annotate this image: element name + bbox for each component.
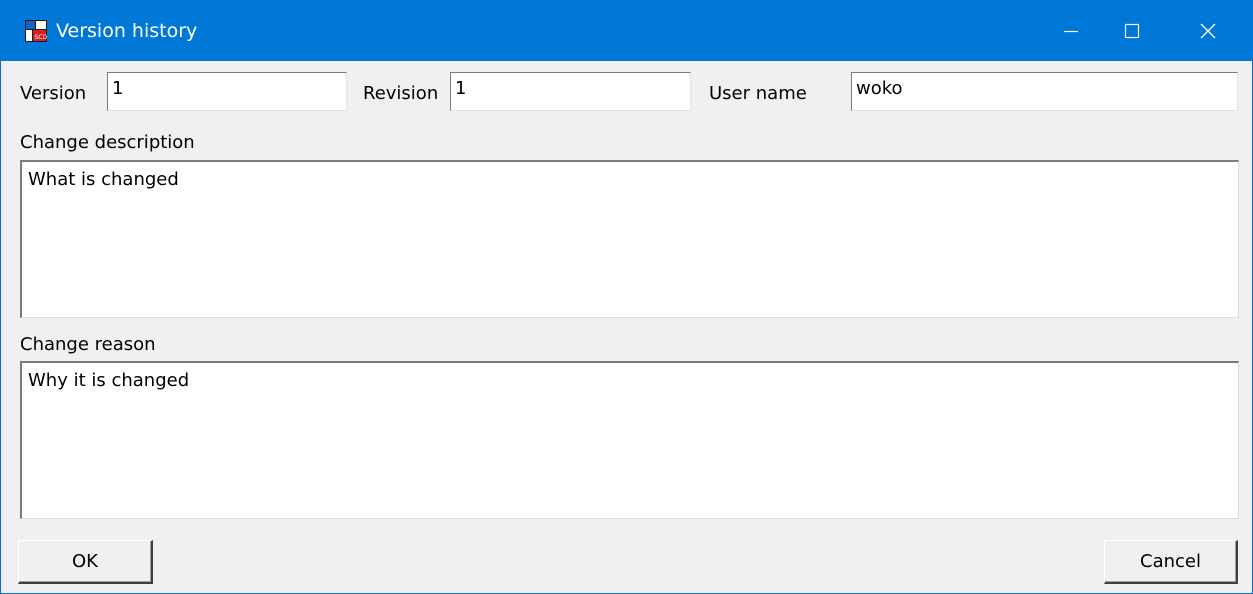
revision-label: Revision bbox=[363, 83, 439, 104]
close-icon bbox=[1200, 23, 1216, 38]
change-description-label: Change description bbox=[20, 132, 195, 153]
svg-text:SCD: SCD bbox=[35, 34, 48, 41]
change-description-textarea[interactable]: What is changed bbox=[20, 160, 1239, 318]
change-reason-textarea[interactable]: Why it is changed bbox=[20, 361, 1239, 519]
version-input[interactable]: 1 bbox=[107, 72, 347, 111]
revision-input[interactable]: 1 bbox=[450, 72, 691, 111]
minimize-icon bbox=[1064, 30, 1078, 32]
version-history-dialog: SCD Version history Version 1 Revision 1… bbox=[0, 0, 1253, 594]
ok-button-label: OK bbox=[72, 550, 98, 572]
app-icon: SCD bbox=[25, 20, 47, 42]
close-button[interactable] bbox=[1162, 0, 1253, 61]
cancel-button[interactable]: Cancel bbox=[1104, 540, 1238, 584]
title-bar[interactable]: SCD Version history bbox=[1, 0, 1253, 61]
change-reason-label: Change reason bbox=[20, 334, 156, 355]
maximize-icon bbox=[1124, 23, 1140, 38]
username-input[interactable]: woko bbox=[851, 72, 1238, 111]
username-label: User name bbox=[709, 83, 807, 104]
ok-button[interactable]: OK bbox=[18, 540, 153, 584]
version-label: Version bbox=[20, 83, 87, 104]
cancel-button-label: Cancel bbox=[1140, 550, 1201, 572]
window-title: Version history bbox=[56, 20, 198, 42]
